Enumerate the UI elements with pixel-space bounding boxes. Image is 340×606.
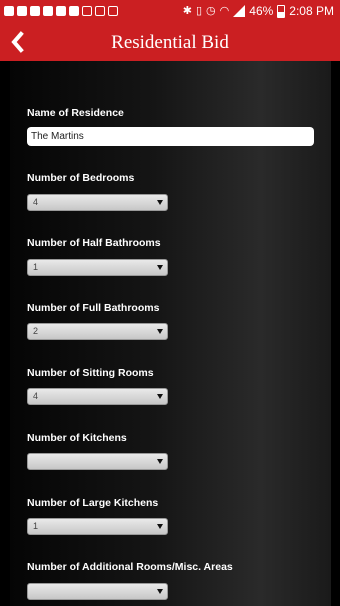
- chevron-down-icon: [157, 265, 163, 270]
- battery-percent: 46%: [249, 4, 274, 18]
- half-bathrooms-label: Number of Half Bathrooms: [27, 237, 161, 249]
- residence-name-label: Name of Residence: [27, 107, 124, 119]
- notification-icon: [43, 6, 53, 16]
- signal-icon: [233, 5, 246, 17]
- large-kitchens-label: Number of Large Kitchens: [27, 497, 159, 509]
- bedrooms-value: 4: [33, 197, 39, 207]
- sitting-rooms-label: Number of Sitting Rooms: [27, 367, 154, 379]
- large-kitchens-value: 1: [33, 521, 39, 531]
- bedrooms-label: Number of Bedrooms: [27, 172, 135, 184]
- status-bar: ✱ ▯ ◷ ◠ 46% 2:08 PM: [0, 0, 340, 24]
- chevron-down-icon: [157, 329, 163, 334]
- chevron-down-icon: [157, 589, 163, 594]
- kitchens-label: Number of Kitchens: [27, 432, 127, 444]
- half-bathrooms-select[interactable]: 1: [27, 259, 168, 276]
- full-bathrooms-value: 2: [33, 326, 39, 336]
- page-title: Residential Bid: [111, 32, 229, 53]
- additional-rooms-label: Number of Additional Rooms/Misc. Areas: [27, 561, 233, 573]
- vibrate-icon: ▯: [195, 5, 203, 17]
- residence-name-input[interactable]: [27, 127, 314, 146]
- bedrooms-select[interactable]: 4: [27, 194, 168, 211]
- chevron-down-icon: [157, 200, 163, 205]
- notification-icon: [69, 6, 79, 16]
- large-kitchens-select[interactable]: 1: [27, 518, 168, 535]
- chevron-down-icon: [157, 524, 163, 529]
- sitting-rooms-value: 4: [33, 391, 39, 401]
- full-bathrooms-label: Number of Full Bathrooms: [27, 302, 160, 314]
- sitting-rooms-select[interactable]: 4: [27, 388, 168, 405]
- chevron-down-icon: [157, 459, 163, 464]
- notification-icon: [4, 6, 14, 16]
- system-icons: ✱ ▯ ◷ ◠ 46% 2:08 PM: [183, 4, 334, 18]
- notification-icon: [56, 6, 66, 16]
- app-bar: Residential Bid: [0, 24, 340, 61]
- battery-icon: [277, 4, 286, 18]
- alarm-icon: ◷: [206, 5, 216, 17]
- bid-form: Name of Residence Number of Bedrooms 4 N…: [10, 61, 331, 606]
- chevron-down-icon: [157, 394, 163, 399]
- bluetooth-icon: ✱: [182, 5, 192, 17]
- image-icon: [82, 6, 92, 16]
- notification-icon: [30, 6, 40, 16]
- notification-icon: [17, 6, 27, 16]
- additional-rooms-select[interactable]: [27, 583, 168, 600]
- clock: 2:08 PM: [289, 4, 334, 18]
- wifi-icon: ◠: [219, 5, 230, 17]
- half-bathrooms-value: 1: [33, 262, 39, 272]
- message-icon: [108, 6, 118, 16]
- clipboard-icon: [95, 6, 105, 16]
- notification-icons: [4, 6, 118, 16]
- full-bathrooms-select[interactable]: 2: [27, 323, 168, 340]
- kitchens-select[interactable]: [27, 453, 168, 470]
